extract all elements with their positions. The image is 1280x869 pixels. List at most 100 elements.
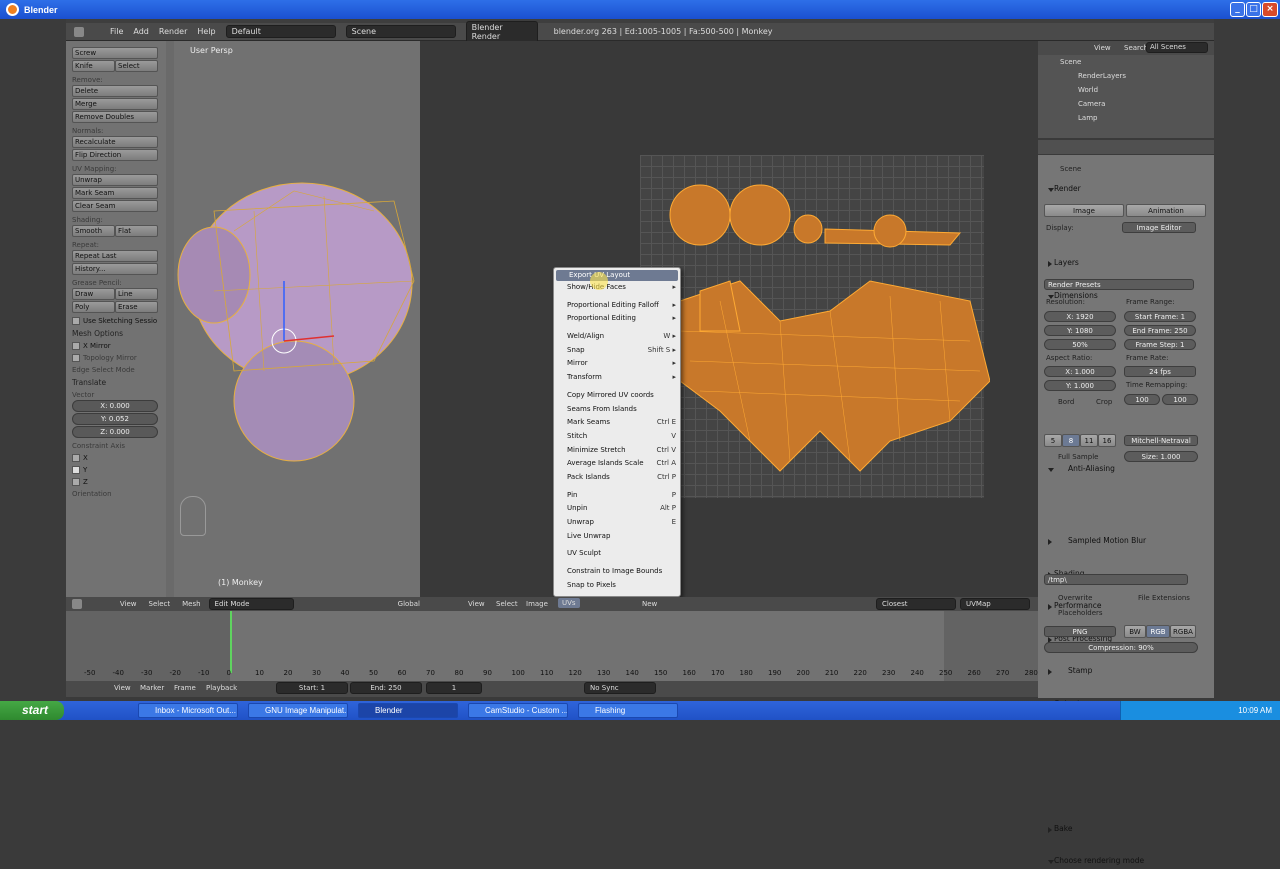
menu-file[interactable]: File bbox=[110, 27, 123, 36]
menu-snap[interactable]: Snap Shift S ▸ bbox=[554, 344, 680, 358]
line-button[interactable]: Line bbox=[115, 288, 158, 300]
remap-old-field[interactable]: 100 bbox=[1124, 394, 1160, 405]
compression-slider[interactable]: Compression: 90% bbox=[1044, 642, 1198, 653]
remap-new-field[interactable]: 100 bbox=[1162, 394, 1198, 405]
unwrap-button[interactable]: Unwrap bbox=[72, 174, 158, 186]
constraint-y-checkbox[interactable]: Y bbox=[72, 466, 166, 474]
aa-size-field[interactable]: Size: 1.000 bbox=[1124, 451, 1198, 462]
constraint-z-checkbox[interactable]: Z bbox=[72, 478, 166, 486]
layout-selector[interactable]: Default bbox=[225, 25, 336, 38]
erase-button[interactable]: Erase bbox=[115, 301, 158, 313]
menu-show-hide-faces[interactable]: Show/Hide Faces ▸ bbox=[554, 281, 680, 295]
current-frame-field[interactable]: 1 bbox=[426, 682, 482, 694]
task-flashing[interactable]: Flashing bbox=[578, 703, 678, 718]
menu-stitch[interactable]: Stitch V bbox=[554, 430, 680, 444]
use-sketching-checkbox[interactable]: Use Sketching Sessio bbox=[72, 317, 166, 325]
aa-samples-11[interactable]: 11 bbox=[1080, 434, 1098, 447]
3d-view-menu[interactable]: View bbox=[120, 600, 137, 608]
uv-select-menu[interactable]: Select bbox=[496, 600, 518, 608]
menu-mark-seams[interactable]: Mark Seams Ctrl E bbox=[554, 416, 680, 430]
frame-step-field[interactable]: Frame Step: 1 bbox=[1124, 339, 1196, 350]
repeat-last-button[interactable]: Repeat Last bbox=[72, 250, 158, 262]
timeline-marker-menu[interactable]: Marker bbox=[140, 684, 164, 692]
vector-z-field[interactable]: Z: 0.000 bbox=[72, 426, 158, 438]
aa-samples-5[interactable]: 5 bbox=[1044, 434, 1062, 447]
sync-selector[interactable]: No Sync bbox=[584, 682, 656, 694]
outliner-search-menu[interactable]: Search bbox=[1124, 44, 1148, 52]
placeholders-checkbox[interactable]: Placeholders bbox=[1058, 609, 1103, 617]
menu-average-islands-scale[interactable]: Average Islands Scale Ctrl A bbox=[554, 457, 680, 471]
menu-proportional-editing-falloff[interactable]: Proportional Editing Falloff ▸ bbox=[554, 299, 680, 313]
panel-layers[interactable]: Layers bbox=[1048, 255, 1220, 271]
menu-constrain-to-image-bounds[interactable]: Constrain to Image Bounds bbox=[554, 565, 680, 579]
draw-button[interactable]: Draw bbox=[72, 288, 115, 300]
outliner-scope-selector[interactable]: All Scenes bbox=[1146, 42, 1208, 53]
menu-live-unwrap[interactable]: Live Unwrap bbox=[554, 530, 680, 544]
uv-uvs-menu[interactable]: UVs bbox=[558, 598, 580, 608]
end-frame-field[interactable]: End: 250 bbox=[350, 682, 422, 694]
panel-render[interactable]: Render bbox=[1048, 181, 1220, 197]
delete-button[interactable]: Delete bbox=[72, 85, 158, 97]
mesh-options-panel-header[interactable]: Mesh Options bbox=[72, 329, 160, 338]
transform-orientation-selector[interactable]: Global bbox=[398, 600, 420, 608]
menu-uv-sculpt[interactable]: UV Sculpt bbox=[554, 547, 680, 561]
3d-select-menu[interactable]: Select bbox=[149, 600, 171, 608]
crop-checkbox[interactable]: Crop bbox=[1096, 398, 1112, 406]
current-frame-indicator[interactable] bbox=[230, 611, 232, 673]
menu-seams-from-islands[interactable]: Seams From Islands bbox=[554, 403, 680, 417]
poly-button[interactable]: Poly bbox=[72, 301, 115, 313]
aa-samples-8[interactable]: 8 bbox=[1062, 434, 1080, 447]
maximize-icon[interactable]: □ bbox=[1246, 2, 1261, 17]
select-button[interactable]: Select bbox=[115, 60, 158, 72]
uvmap-selector[interactable]: UVMap bbox=[960, 598, 1030, 610]
aa-filter-selector[interactable]: Mitchell-Netraval bbox=[1124, 435, 1198, 446]
history-button[interactable]: History... bbox=[72, 263, 158, 275]
close-icon[interactable]: × bbox=[1262, 2, 1278, 17]
flip-direction-button[interactable]: Flip Direction bbox=[72, 149, 158, 161]
remove-doubles-button[interactable]: Remove Doubles bbox=[72, 111, 158, 123]
menu-transform[interactable]: Transform ▸ bbox=[554, 371, 680, 385]
timeline[interactable]: -50 -40 -30 -20 -10 0 10 20 30 40 50 60 70 80 90 100 110… bbox=[66, 611, 1038, 681]
uv-image-editor[interactable] bbox=[420, 41, 1038, 597]
task-blender[interactable]: Blender bbox=[358, 703, 458, 718]
panel-anti-aliasing[interactable]: Anti-Aliasing bbox=[1048, 461, 1220, 477]
outliner-item-world[interactable]: World bbox=[1078, 86, 1098, 94]
menu-export-uv-layout[interactable]: Export UV Layout bbox=[556, 270, 678, 281]
start-button[interactable]: start bbox=[0, 701, 64, 720]
menu-render[interactable]: Render bbox=[159, 27, 187, 36]
render-image-button[interactable]: Image bbox=[1044, 204, 1124, 217]
menu-pack-islands[interactable]: Pack Islands Ctrl P bbox=[554, 471, 680, 485]
color-rgba-button[interactable]: RGBA bbox=[1170, 625, 1196, 638]
resolution-percent-slider[interactable]: 50% bbox=[1044, 339, 1116, 350]
outliner-item-renderlayers[interactable]: RenderLayers bbox=[1078, 72, 1126, 80]
aspect-x-field[interactable]: X: 1.000 bbox=[1044, 366, 1116, 377]
border-checkbox[interactable]: Bord bbox=[1058, 398, 1074, 406]
pivot-selector[interactable]: Closest bbox=[876, 598, 956, 610]
menu-copy-mirrored-uv[interactable]: Copy Mirrored UV coords bbox=[554, 389, 680, 403]
clear-seam-button[interactable]: Clear Seam bbox=[72, 200, 158, 212]
panel-sampled-motion-blur[interactable]: Sampled Motion Blur bbox=[1048, 533, 1220, 549]
menu-snap-to-pixels[interactable]: Snap to Pixels bbox=[554, 579, 680, 593]
start-frame-field[interactable]: Start Frame: 1 bbox=[1124, 311, 1196, 322]
uv-view-menu[interactable]: View bbox=[468, 600, 485, 608]
file-extensions-checkbox[interactable]: File Extensions bbox=[1138, 594, 1190, 602]
panel-stamp[interactable]: Stamp bbox=[1048, 663, 1220, 679]
render-presets-selector[interactable]: Render Presets bbox=[1044, 279, 1194, 290]
translate-panel-header[interactable]: Translate bbox=[72, 378, 160, 387]
mark-seam-button[interactable]: Mark Seam bbox=[72, 187, 158, 199]
menu-mirror[interactable]: Mirror ▸ bbox=[554, 357, 680, 371]
tool-shelf-scrollbar[interactable] bbox=[166, 41, 174, 597]
render-animation-button[interactable]: Animation bbox=[1126, 204, 1206, 217]
timeline-playback-menu[interactable]: Playback bbox=[206, 684, 237, 692]
menu-add[interactable]: Add bbox=[133, 27, 149, 36]
end-frame-field[interactable]: End Frame: 250 bbox=[1124, 325, 1196, 336]
panel-choose-render-mode[interactable]: Choose rendering mode bbox=[1048, 853, 1220, 869]
overwrite-checkbox[interactable]: Overwrite bbox=[1058, 594, 1092, 602]
uv-image-menu[interactable]: Image bbox=[526, 600, 548, 608]
task-outlook[interactable]: Inbox - Microsoft Out... bbox=[138, 703, 238, 718]
start-frame-field[interactable]: Start: 1 bbox=[276, 682, 348, 694]
mode-selector[interactable]: Edit Mode bbox=[208, 598, 294, 610]
resolution-y-field[interactable]: Y: 1080 bbox=[1044, 325, 1116, 336]
timeline-frame-menu[interactable]: Frame bbox=[174, 684, 196, 692]
menu-unpin[interactable]: Unpin Alt P bbox=[554, 502, 680, 516]
